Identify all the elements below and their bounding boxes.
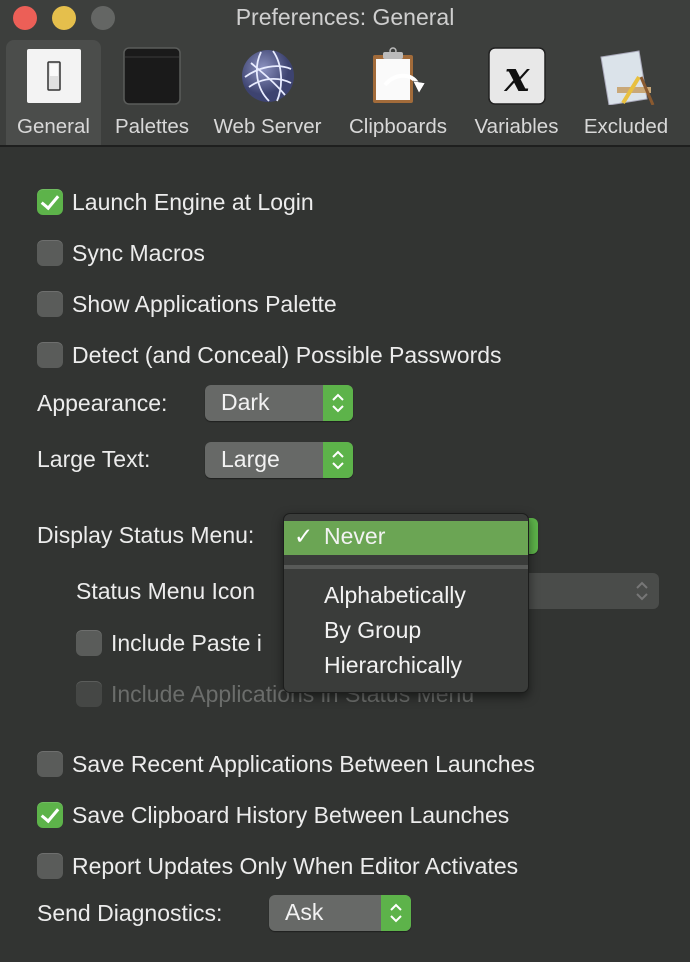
- report-updates-checkbox[interactable]: [37, 853, 63, 879]
- variable-x-icon: x: [487, 47, 546, 105]
- show-apps-palette-checkbox[interactable]: [37, 291, 63, 317]
- menu-item-label: Never: [324, 523, 386, 549]
- checkbox-label: Include Paste i: [111, 629, 262, 656]
- tab-label: Palettes: [114, 115, 190, 138]
- large-text-popup[interactable]: Large: [205, 442, 353, 478]
- status-menu-dropdown: ✓ Never Alphabetically By Group Hierarch…: [283, 513, 529, 693]
- tab-general[interactable]: General: [6, 40, 101, 145]
- include-apps-checkbox: [76, 681, 102, 707]
- sync-macros-checkbox[interactable]: [37, 240, 63, 266]
- checkbox-label: Report Updates Only When Editor Activate…: [72, 852, 519, 879]
- menu-item-hierarchically[interactable]: Hierarchically: [324, 652, 462, 679]
- checkbox-label: Save Clipboard History Between Launches: [72, 801, 510, 828]
- svg-text:x: x: [503, 52, 530, 101]
- checkbox-label: Save Recent Applications Between Launche…: [72, 750, 535, 777]
- save-recent-apps-checkbox-row[interactable]: Save Recent Applications Between Launche…: [37, 749, 535, 779]
- tab-variables[interactable]: x Variables: [465, 40, 568, 145]
- window-title: Preferences: General: [235, 4, 455, 30]
- tab-web-server[interactable]: Web Server: [205, 40, 330, 145]
- menu-item-alphabetically[interactable]: Alphabetically: [324, 582, 466, 609]
- status-menu-icon-label: Status Menu Icon: [76, 578, 255, 604]
- save-recent-apps-checkbox[interactable]: [37, 751, 63, 777]
- title-bar: Preferences: General General Palettes We…: [0, 0, 690, 147]
- tab-label: Clipboards: [349, 115, 447, 138]
- appearance-popup[interactable]: Dark: [205, 385, 353, 421]
- tab-label: Excluded: [583, 115, 669, 138]
- menu-separator: [284, 565, 528, 569]
- launch-engine-checkbox[interactable]: [37, 189, 63, 215]
- chevron-up-down-icon: [323, 442, 353, 478]
- tab-excluded[interactable]: Excluded: [574, 40, 678, 145]
- detect-passwords-checkbox-row[interactable]: Detect (and Conceal) Possible Passwords: [37, 340, 502, 370]
- menu-item-never[interactable]: ✓ Never: [284, 521, 528, 555]
- include-paste-checkbox-row[interactable]: Include Paste i: [76, 628, 262, 658]
- include-paste-checkbox[interactable]: [76, 630, 102, 656]
- switch-icon: [25, 47, 83, 105]
- popup-value: Large: [221, 446, 280, 472]
- appearance-label: Appearance:: [37, 390, 168, 416]
- save-clipboard-checkbox-row[interactable]: Save Clipboard History Between Launches: [37, 800, 509, 830]
- checkbox-label: Detect (and Conceal) Possible Passwords: [72, 341, 502, 368]
- checkmark-icon: ✓: [294, 523, 314, 549]
- checkbox-label: Show Applications Palette: [72, 290, 337, 317]
- send-diagnostics-label: Send Diagnostics:: [37, 900, 223, 926]
- tab-palettes[interactable]: Palettes: [105, 40, 199, 145]
- chevron-up-down-icon: [636, 581, 648, 601]
- chevron-up-down-icon: [381, 895, 411, 931]
- tab-label: Web Server: [213, 115, 322, 138]
- clipboard-icon: [369, 47, 427, 105]
- popup-value: Ask: [285, 899, 324, 925]
- send-diagnostics-popup[interactable]: Ask: [269, 895, 411, 931]
- tab-clipboards[interactable]: Clipboards: [338, 40, 458, 145]
- show-apps-palette-checkbox-row[interactable]: Show Applications Palette: [37, 289, 337, 319]
- globe-icon: [239, 47, 297, 105]
- tab-label: General: [17, 115, 90, 138]
- save-clipboard-checkbox[interactable]: [37, 802, 63, 828]
- tab-label: Variables: [474, 115, 559, 138]
- sync-macros-checkbox-row[interactable]: Sync Macros: [37, 238, 205, 268]
- launch-engine-checkbox-row[interactable]: Launch Engine at Login: [37, 187, 314, 217]
- report-updates-checkbox-row[interactable]: Report Updates Only When Editor Activate…: [37, 851, 518, 881]
- display-status-menu-label: Display Status Menu:: [37, 522, 255, 548]
- detect-passwords-checkbox[interactable]: [37, 342, 63, 368]
- popup-value: Dark: [221, 389, 270, 415]
- chevron-up-down-icon: [323, 385, 353, 421]
- app-excluded-icon: [597, 47, 655, 106]
- large-text-label: Large Text:: [37, 446, 151, 472]
- palette-window-icon: [123, 47, 181, 105]
- menu-item-by-group[interactable]: By Group: [324, 617, 421, 644]
- checkbox-label: Launch Engine at Login: [72, 188, 314, 215]
- checkbox-label: Sync Macros: [72, 239, 205, 266]
